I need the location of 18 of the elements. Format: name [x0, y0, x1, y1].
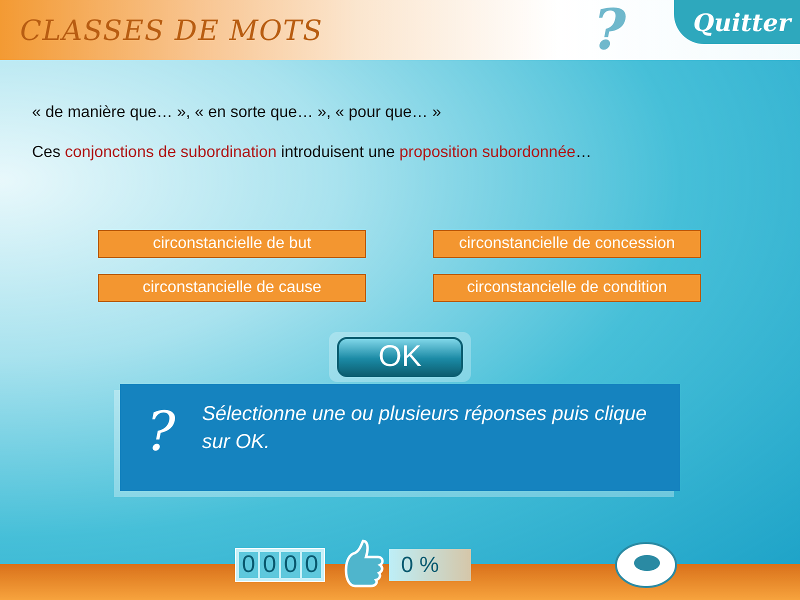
- question-mark: ?: [146, 399, 176, 465]
- help-button[interactable]: ?: [593, 2, 626, 58]
- lifebuoy-icon: [614, 540, 678, 590]
- score-digit: 0: [260, 552, 279, 578]
- score-digit: 0: [281, 552, 300, 578]
- score-digit: 0: [302, 552, 321, 578]
- answer-button[interactable]: circonstancielle de concession: [433, 230, 701, 258]
- score-digit: 0: [239, 552, 258, 578]
- ok-button[interactable]: OK: [337, 337, 463, 377]
- answer-button[interactable]: circonstancielle de but: [98, 230, 366, 258]
- quit-button[interactable]: Quitter: [674, 0, 800, 44]
- app-title: CLASSES DE MOTS: [20, 14, 324, 46]
- answer-button[interactable]: circonstancielle de cause: [98, 274, 366, 302]
- instruction-text: Sélectionne une ou plusieurs réponses puis clique sur OK.: [202, 402, 648, 455]
- example-phrases: « de manière que… », « en sorte que… », « pour que… »: [32, 104, 442, 122]
- percent-display: 0 %: [389, 549, 471, 581]
- question-sentence: Ces conjonctions de subordination introduisent une proposition subordonnée…: [32, 144, 592, 162]
- answer-button[interactable]: circonstancielle de condition: [433, 274, 701, 302]
